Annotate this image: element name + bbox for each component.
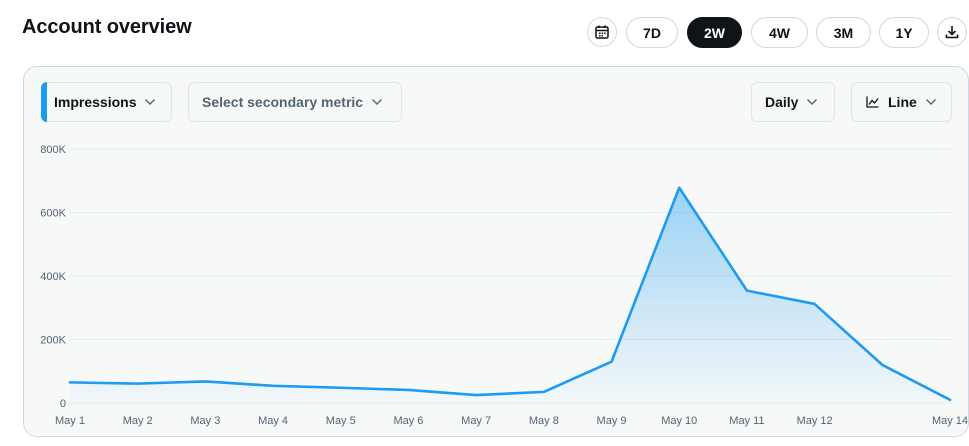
x-tick-label: May 10 — [661, 415, 697, 427]
x-tick-label: May 14 — [932, 415, 968, 427]
x-tick-label: May 8 — [529, 415, 559, 427]
range-2w-button[interactable]: 2W — [687, 17, 742, 48]
chart-panel: Impressions Select secondary metric Dail… — [23, 66, 969, 437]
y-tick-label: 600K — [40, 208, 66, 220]
download-icon — [945, 26, 959, 39]
x-tick-label: May 5 — [326, 415, 356, 427]
y-tick-label: 400K — [40, 271, 66, 283]
x-tick-label: May 1 — [55, 415, 85, 427]
x-tick-label: May 4 — [258, 415, 288, 427]
download-button[interactable] — [937, 17, 967, 47]
y-tick-label: 200K — [40, 335, 66, 347]
x-tick-label: May 9 — [597, 415, 627, 427]
x-tick-label: May 2 — [123, 415, 153, 427]
calendar-icon — [595, 25, 609, 39]
impressions-chart: 0 200K 400K 600K 800K May 1 May 2 May 3 May 4 Ma… — [40, 144, 968, 427]
x-tick-label: May 12 — [797, 415, 833, 427]
page-title: Account overview — [22, 16, 192, 38]
x-tick-label: May 6 — [393, 415, 423, 427]
range-3m-button[interactable]: 3M — [816, 17, 871, 48]
range-7d-button[interactable]: 7D — [626, 17, 678, 48]
calendar-button[interactable] — [587, 17, 617, 47]
impressions-area — [70, 187, 950, 403]
y-tick-label: 800K — [40, 144, 66, 156]
range-1y-button[interactable]: 1Y — [879, 17, 929, 48]
x-tick-label: May 3 — [190, 415, 220, 427]
x-tick-label: May 11 — [729, 415, 764, 427]
range-4w-button[interactable]: 4W — [751, 17, 808, 48]
y-tick-label: 0 — [60, 398, 66, 410]
x-tick-label: May 7 — [461, 415, 491, 427]
